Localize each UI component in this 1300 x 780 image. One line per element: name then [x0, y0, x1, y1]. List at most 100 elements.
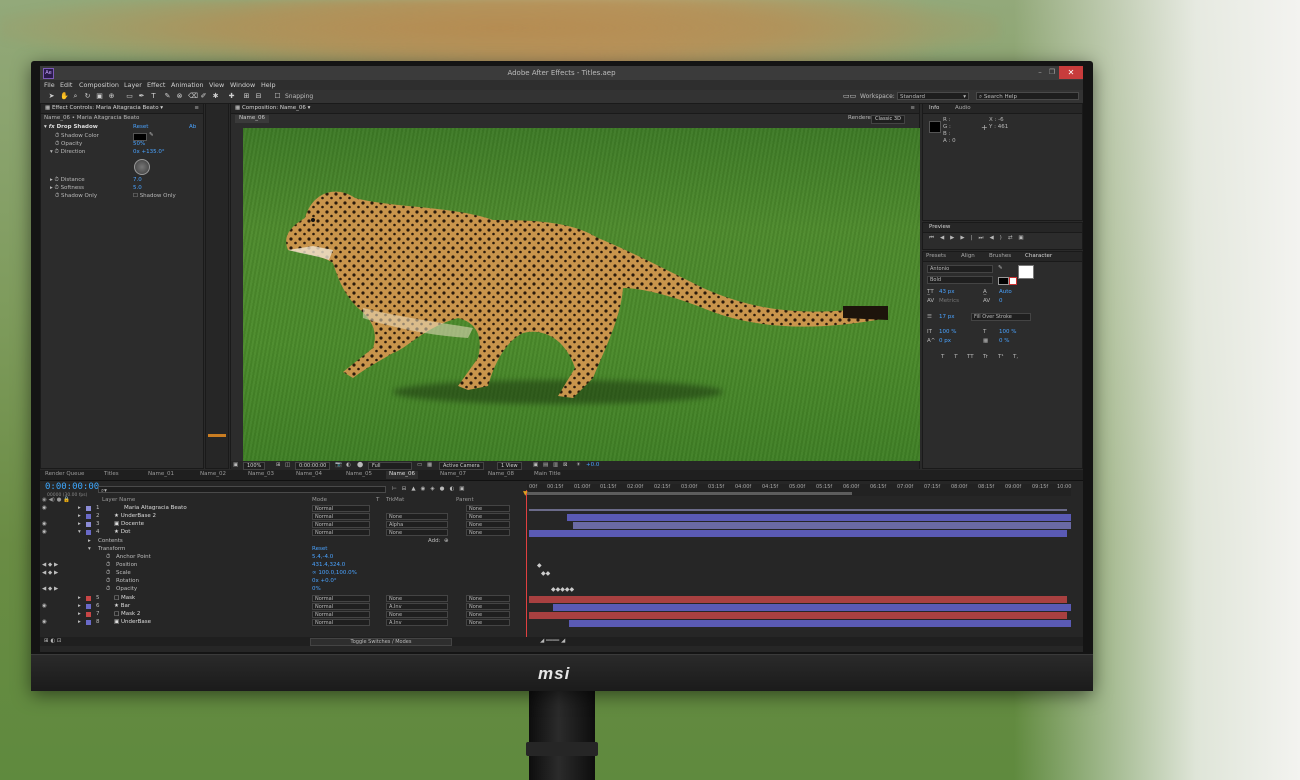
menu-effect[interactable]: Effect: [147, 81, 165, 89]
layer-row[interactable]: ▸ 7 □ Mask 2 Normal None None: [42, 611, 524, 619]
eraser-tool-icon[interactable]: ⌫: [188, 93, 198, 100]
effect-drop-shadow[interactable]: ▾ fx Drop Shadow: [44, 124, 98, 130]
style-all-caps[interactable]: TT: [967, 354, 974, 360]
layer-bar[interactable]: [569, 620, 1071, 627]
layer-row[interactable]: ▸ 5 □ Mask Normal None None: [42, 595, 524, 603]
visibility-icon[interactable]: ◉: [42, 603, 47, 609]
blend-mode-select[interactable]: Normal: [312, 513, 370, 520]
layer-bar[interactable]: [567, 514, 1071, 521]
keyframe-track[interactable]: ◆: [527, 562, 1071, 570]
property-row[interactable]: ◀ ◆ ▶ ⏱ Position 431.4,324.0: [42, 562, 524, 570]
label-color-swatch[interactable]: [86, 620, 91, 625]
layer-row[interactable]: ◉ ▾ 4 ★ Dot Normal None None: [42, 529, 524, 537]
property-row[interactable]: ▾ Transform Reset: [42, 546, 524, 554]
layer-track[interactable]: [527, 521, 1071, 529]
clone-tool-icon[interactable]: ⊗: [176, 93, 183, 100]
work-area-bar[interactable]: [527, 492, 852, 495]
layer-track[interactable]: [527, 619, 1071, 627]
visibility-icon[interactable]: ◉: [42, 521, 47, 527]
col-parent[interactable]: Parent: [456, 497, 474, 503]
layer-name[interactable]: ★ Bar: [114, 603, 130, 609]
label-color-swatch[interactable]: [86, 522, 91, 527]
collapse-icon[interactable]: ▾: [88, 546, 91, 552]
blend-mode-select[interactable]: Normal: [312, 595, 370, 602]
roto-brush-tool-icon[interactable]: ✐: [200, 93, 207, 100]
layer-bar[interactable]: [529, 596, 1067, 603]
expand-icon[interactable]: ▸: [78, 505, 81, 511]
show-snapshot-icon[interactable]: ◐: [346, 462, 351, 468]
parent-select[interactable]: None: [466, 505, 510, 512]
tab-character[interactable]: Character: [1025, 253, 1052, 259]
font-size-value[interactable]: 43 px: [939, 289, 955, 295]
property-value[interactable]: 0x +0.0°: [312, 578, 337, 584]
parent-select[interactable]: None: [466, 513, 510, 520]
label-color-swatch[interactable]: [86, 530, 91, 535]
blend-mode-select[interactable]: Normal: [312, 505, 370, 512]
expand-icon[interactable]: ▸: [78, 513, 81, 519]
property-row[interactable]: ◀ ◆ ▶ ⏱ Scale ∞ 100.0,100.0%: [42, 570, 524, 578]
panel-menu-icon[interactable]: ≡: [194, 105, 199, 111]
axis-mode-icon[interactable]: ✚: [228, 93, 235, 100]
fill-color-swatch[interactable]: [1018, 265, 1034, 279]
font-family-select[interactable]: Antonio: [927, 265, 993, 273]
tab-titles[interactable]: Titles: [104, 471, 119, 479]
property-row[interactable]: ⏱ Rotation 0x +0.0°: [42, 578, 524, 586]
direction-dial[interactable]: [134, 159, 150, 175]
tab-name-07[interactable]: Name_07: [440, 471, 466, 479]
parent-select[interactable]: None: [466, 521, 510, 528]
brush-tool-icon[interactable]: ✎: [164, 93, 171, 100]
exposure-icon[interactable]: ☀: [576, 462, 581, 468]
tab-preview[interactable]: Preview: [929, 224, 950, 230]
effect-about-link[interactable]: Ab: [189, 124, 196, 130]
snapping-checkbox[interactable]: ☐: [274, 93, 281, 100]
expand-icon[interactable]: ▸: [78, 595, 81, 601]
panel-menu-icon[interactable]: ≡: [910, 105, 915, 111]
collapse-icon[interactable]: ▾: [78, 529, 81, 535]
zoom-slider[interactable]: ◢ ━━━━ ◢: [540, 638, 565, 644]
keyframe-icon[interactable]: ◆: [537, 562, 542, 569]
tab-align[interactable]: Align: [961, 253, 975, 259]
layer-track[interactable]: [527, 513, 1071, 521]
style-faux-italic[interactable]: T: [954, 354, 957, 360]
menu-file[interactable]: File: [44, 81, 55, 89]
layer-row[interactable]: ◉ ▸ 8 ▣ UnderBase Normal A.Inv None: [42, 619, 524, 627]
expand-icon[interactable]: ▸: [78, 521, 81, 527]
shadow-color-swatch[interactable]: [133, 133, 147, 141]
layer-bar[interactable]: [529, 530, 1067, 537]
fast-previews-icon[interactable]: ▤: [543, 462, 548, 468]
stopwatch-icon[interactable]: ⏱: [106, 586, 110, 593]
property-row[interactable]: ▸ Contents Add: ⊕: [42, 538, 524, 546]
minimize-icon[interactable]: –: [1035, 68, 1045, 77]
prop-distance-value[interactable]: 7.0: [133, 177, 142, 183]
prop-direction-value[interactable]: 0x +135.0°: [133, 149, 165, 155]
tab-name-04[interactable]: Name_04: [296, 471, 322, 479]
layer-track[interactable]: [527, 595, 1071, 603]
world-axis-icon[interactable]: ⊞: [243, 93, 250, 100]
tab-name-01[interactable]: Name_01: [148, 471, 174, 479]
blend-mode-select[interactable]: Normal: [312, 529, 370, 536]
eyedropper-icon[interactable]: ✎: [149, 132, 154, 138]
tab-composition[interactable]: ▦ Composition: Name_06 ▾: [235, 105, 310, 111]
menu-layer[interactable]: Layer: [124, 81, 142, 89]
keyframe-nav-icon[interactable]: ◀ ◆ ▶: [42, 562, 58, 568]
tab-name-06[interactable]: Name_06: [386, 471, 418, 479]
stroke-mode-select[interactable]: Fill Over Stroke: [971, 313, 1031, 321]
trkmat-select[interactable]: None: [386, 529, 448, 536]
prop-softness-value[interactable]: 5.0: [133, 185, 142, 191]
expand-icon[interactable]: ▸: [88, 538, 91, 544]
property-value[interactable]: ∞ 100.0,100.0%: [312, 570, 357, 576]
parent-select[interactable]: None: [466, 595, 510, 602]
style-superscript[interactable]: T¹: [998, 354, 1004, 360]
visibility-icon[interactable]: ◉: [42, 619, 47, 625]
region-of-interest-icon[interactable]: ▭: [417, 462, 422, 468]
stopwatch-icon[interactable]: ⏱: [106, 562, 110, 569]
layer-row[interactable]: ◉ ▸ 3 ▣ Docente Normal Alpha None: [42, 521, 524, 529]
label-color-swatch[interactable]: [86, 612, 91, 617]
keyframe-icon[interactable]: ◆◆: [541, 570, 550, 577]
layer-bar[interactable]: [529, 612, 1067, 619]
tab-presets[interactable]: Presets: [926, 253, 946, 259]
property-value[interactable]: 5.4,-4.0: [312, 554, 333, 560]
puppet-tool-icon[interactable]: ✱: [212, 93, 219, 100]
label-color-swatch[interactable]: [86, 506, 91, 511]
zoom-tool-icon[interactable]: ⌕: [72, 93, 79, 100]
